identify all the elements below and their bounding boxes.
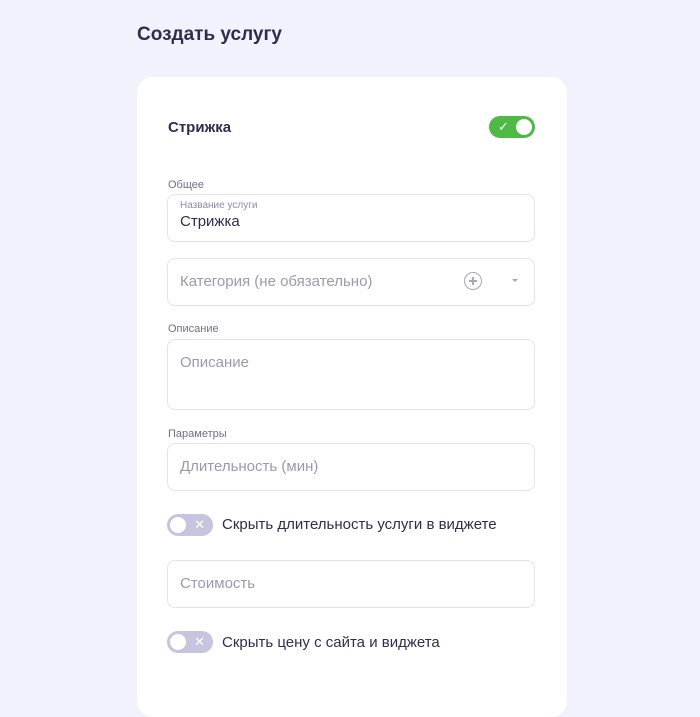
hide-price-label: Скрыть цену с сайта и виджета [222,634,440,651]
hide-duration-label: Скрыть длительность услуги в виджете [222,516,497,533]
price-input[interactable]: Стоимость [167,560,535,608]
category-select[interactable]: Категория (не обязательно) [167,258,535,306]
section-label-description: Описание [168,323,219,335]
service-name-field-label: Название услуги [180,200,258,211]
chevron-down-icon[interactable] [512,279,518,282]
toggle-knob [170,634,186,650]
service-name-field[interactable]: Название услуги Стрижка [167,194,535,242]
category-select-placeholder: Категория (не обязательно) [180,273,373,290]
hide-price-toggle[interactable]: ✕ [167,631,213,653]
toggle-knob [516,119,532,135]
duration-placeholder: Длительность (мин) [180,458,319,475]
page-title: Создать услугу [137,24,282,45]
check-icon: ✓ [498,119,509,134]
close-icon: ✕ [194,634,205,649]
section-label-parameters: Параметры [168,428,227,440]
duration-input[interactable]: Длительность (мин) [167,443,535,491]
close-icon: ✕ [194,517,205,532]
service-active-toggle[interactable]: ✓ [489,116,535,138]
section-label-general: Общее [168,179,205,191]
price-placeholder: Стоимость [180,575,256,592]
service-name-heading: Стрижка [168,119,232,136]
service-form-card: Стрижка ✓ Общее Название услуги Стрижка … [137,77,567,717]
toggle-knob [170,517,186,533]
service-name-field-value: Стрижка [180,213,240,230]
hide-duration-toggle[interactable]: ✕ [167,514,213,536]
plus-circle-icon[interactable] [464,272,482,290]
description-placeholder: Описание [180,354,250,371]
description-textarea[interactable]: Описание [167,339,535,410]
